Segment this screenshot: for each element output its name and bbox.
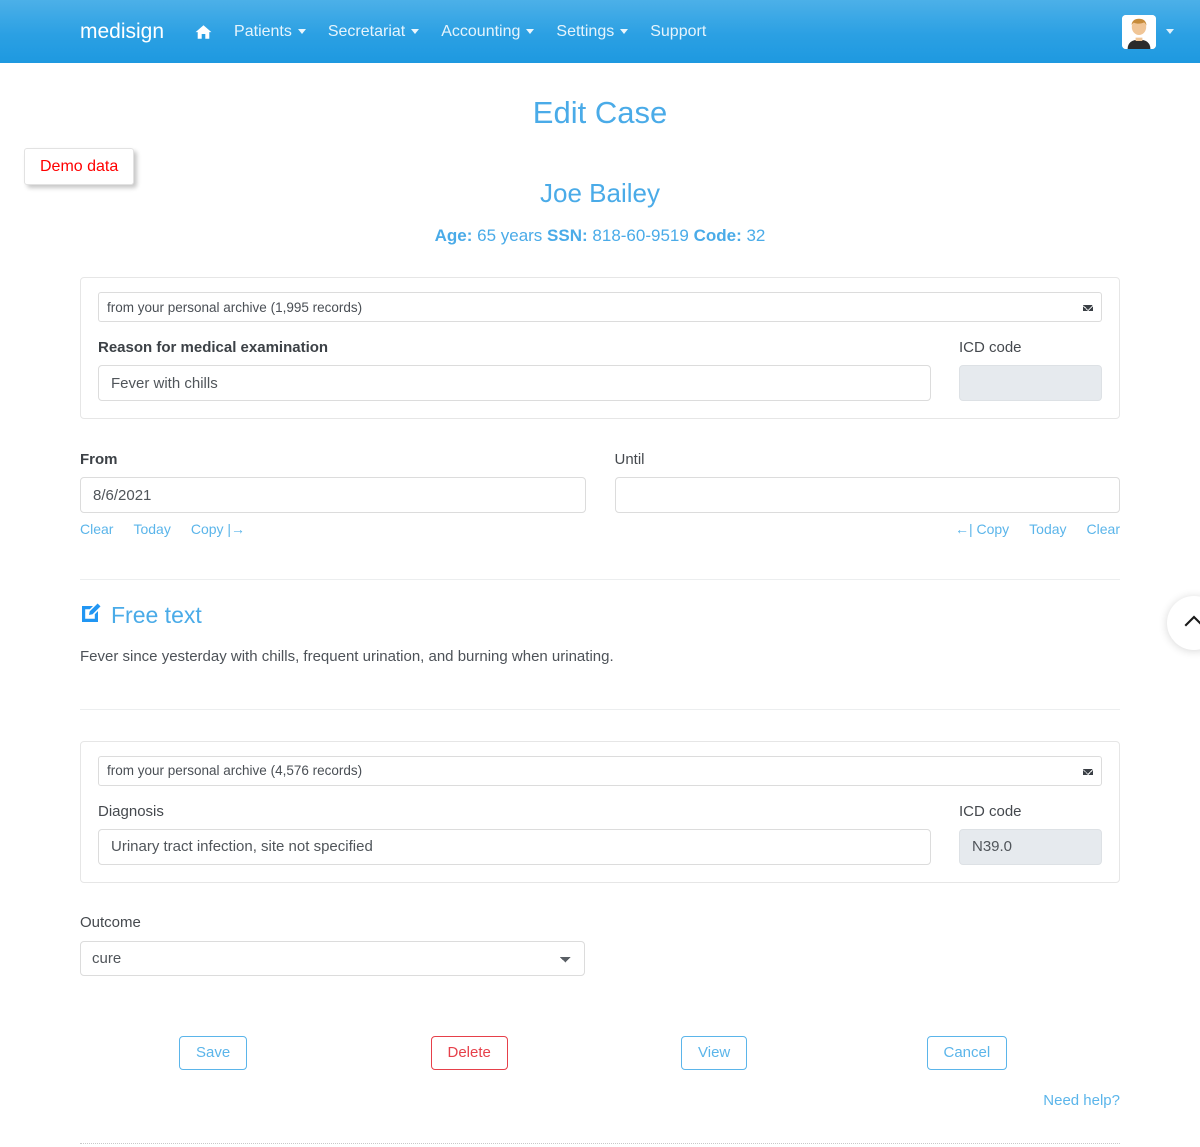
code-label: Code:: [693, 226, 742, 246]
page-title: Edit Case: [532, 95, 668, 130]
nav-item-label: Patients: [234, 22, 292, 40]
diagnosis-icd-label: ICD code: [959, 802, 1022, 820]
age-value: 65 years: [477, 226, 543, 246]
reason-input[interactable]: [98, 365, 931, 402]
ssn-label: SSN:: [547, 226, 588, 246]
save-button[interactable]: Save: [179, 1035, 248, 1070]
ssn-value: 818-60-9519: [592, 226, 689, 246]
home-icon[interactable]: [184, 18, 223, 46]
view-button[interactable]: View: [681, 1035, 748, 1070]
reason-icd-group: ICD code: [959, 339, 1102, 402]
brand-logo[interactable]: medisign: [80, 21, 164, 42]
nav-item-support[interactable]: Support: [639, 16, 717, 47]
section-divider: [80, 579, 1120, 581]
section-divider-2: [80, 708, 1120, 710]
diagnosis-archive-select[interactable]: from your personal archive (4,576 record…: [98, 755, 1102, 786]
main-container: Edit Case Joe Bailey Age: 65 years SSN: …: [80, 63, 1120, 1147]
until-date-input[interactable]: [614, 477, 1120, 514]
chevron-down-icon: [620, 29, 629, 34]
nav-menu: Patients Secretariat Accounting Settings…: [184, 16, 717, 47]
cancel-cell: Cancel: [855, 1035, 1101, 1070]
view-cell: View: [604, 1035, 855, 1070]
age-label: Age:: [434, 226, 473, 246]
free-text-heading: Free text: [111, 602, 202, 629]
patient-name: Joe Bailey: [540, 178, 660, 209]
chevron-down-icon: [526, 29, 535, 34]
from-date-input[interactable]: [80, 477, 586, 514]
need-help-container: Need help?: [80, 1092, 1120, 1109]
reason-label: Reason for medical examination: [98, 339, 329, 357]
nav-item-label: Settings: [556, 22, 615, 40]
nav-item-label: Secretariat: [327, 22, 406, 40]
diagnosis-icd-group: ICD code: [959, 803, 1102, 865]
nav-item-label: Support: [650, 22, 707, 40]
reason-icd-input: [959, 365, 1102, 402]
user-menu[interactable]: [1120, 14, 1176, 49]
diagnosis-field-row: Diagnosis ICD code: [98, 803, 1102, 865]
reason-field-row: Reason for medical examination ICD code: [98, 339, 1102, 402]
diagnosis-icd-input: [959, 828, 1102, 865]
free-text-body: Fever since yesterday with chills, frequ…: [80, 647, 614, 665]
footer-divider: [80, 1142, 1120, 1144]
reason-card: from your personal archive (1,995 record…: [80, 277, 1120, 420]
nav-item-settings[interactable]: Settings: [545, 16, 639, 47]
chevron-down-icon: [411, 29, 420, 34]
outcome-label: Outcome: [80, 913, 141, 931]
until-date-actions: ←| Copy Today Clear: [615, 521, 1120, 537]
patient-meta: Age: 65 years SSN: 818-60-9519 Code: 32: [80, 225, 1120, 247]
reason-field-group: Reason for medical examination: [98, 339, 931, 402]
date-until-group: Until ←| Copy Today Clear: [614, 451, 1120, 537]
free-text-header: Free text: [80, 602, 1120, 630]
until-today-link[interactable]: Today: [1029, 521, 1066, 537]
page-body: Demo data Edit Case Joe Bailey Age: 65 y…: [0, 63, 1200, 1147]
avatar: [1122, 14, 1156, 49]
delete-button[interactable]: Delete: [430, 1035, 508, 1070]
outcome-select[interactable]: cure: [80, 940, 585, 976]
chevron-down-icon: [297, 29, 306, 34]
chevron-up-icon: [1184, 614, 1200, 632]
diagnosis-input[interactable]: [98, 828, 931, 865]
diagnosis-field-group: Diagnosis: [98, 803, 931, 865]
avatar-wrapper[interactable]: [1120, 14, 1176, 49]
until-copy-link[interactable]: ←| Copy: [955, 521, 1009, 537]
outcome-group: Outcome cure: [80, 914, 1120, 976]
top-navbar: medisign Patients Secretariat Accounting…: [0, 0, 1200, 63]
need-help-link[interactable]: Need help?: [1043, 1092, 1120, 1109]
diagnosis-label: Diagnosis: [98, 802, 164, 820]
nav-item-secretariat[interactable]: Secretariat: [317, 16, 430, 47]
cancel-button[interactable]: Cancel: [926, 1035, 1008, 1070]
diagnosis-card: from your personal archive (4,576 record…: [80, 740, 1120, 883]
until-clear-link[interactable]: Clear: [1087, 521, 1120, 537]
code-value: 32: [746, 226, 766, 246]
reason-archive-select[interactable]: from your personal archive (1,995 record…: [98, 292, 1102, 323]
date-from-group: From Clear Today Copy |→: [80, 451, 586, 537]
scroll-to-top-button[interactable]: [1167, 596, 1200, 650]
from-label: From: [80, 451, 118, 469]
from-date-actions: Clear Today Copy |→: [80, 521, 586, 537]
nav-item-label: Accounting: [441, 22, 521, 40]
demo-data-badge: Demo data: [24, 148, 135, 186]
from-copy-link[interactable]: Copy |→: [191, 521, 245, 537]
nav-item-accounting[interactable]: Accounting: [430, 16, 545, 47]
until-label: Until: [614, 451, 645, 469]
delete-cell: Delete: [353, 1035, 605, 1070]
action-buttons-row: Save Delete View Cancel: [80, 1035, 1120, 1070]
date-range-row: From Clear Today Copy |→ Until ←| Copy T…: [80, 451, 1120, 537]
from-clear-link[interactable]: Clear: [80, 521, 113, 537]
chevron-down-icon: [1166, 29, 1174, 34]
nav-item-patients[interactable]: Patients: [223, 16, 317, 47]
edit-pencil-square-icon: [80, 602, 102, 629]
from-today-link[interactable]: Today: [133, 521, 170, 537]
reason-icd-label: ICD code: [959, 339, 1022, 357]
save-cell: Save: [100, 1035, 353, 1070]
